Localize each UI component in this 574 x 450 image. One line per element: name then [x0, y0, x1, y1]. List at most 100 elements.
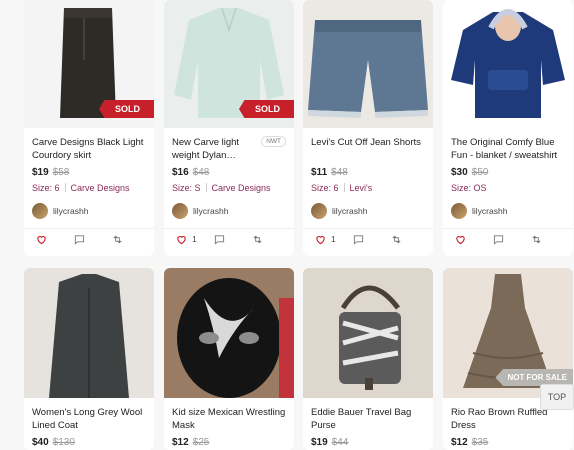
- listing-card[interactable]: Levi's Cut Off Jean Shorts $11 $48 Size: …: [303, 0, 433, 256]
- brand-link[interactable]: Carve Designs: [212, 183, 271, 193]
- seller[interactable]: lilycrashh: [32, 203, 146, 219]
- comment-icon: [74, 234, 85, 245]
- size-label: Size: OS: [451, 183, 487, 193]
- seller-name[interactable]: lilycrashh: [332, 206, 367, 216]
- share-icon: [392, 235, 401, 243]
- share-icon: [532, 235, 541, 243]
- listing-card[interactable]: NOT FOR SALE Rio Rao Brown Ruffled Dress…: [443, 268, 573, 450]
- listing-price: $19 $44: [311, 437, 425, 448]
- listing-price: $11 $48: [311, 167, 425, 178]
- share-icon: [113, 235, 122, 243]
- listing-meta: Size: 6 Carve Designs: [32, 183, 146, 193]
- listing-title[interactable]: The Original Comfy Blue Fun - blanket / …: [451, 136, 565, 162]
- listing-title[interactable]: Carve Designs Black Light Courdory skirt: [32, 136, 146, 162]
- price-original: $58: [52, 167, 70, 178]
- sold-badge: SOLD: [238, 100, 294, 118]
- seller[interactable]: lilycrashh: [172, 203, 286, 219]
- like-button[interactable]: 1: [176, 234, 206, 245]
- share-button[interactable]: [112, 234, 142, 245]
- heart-icon: [37, 235, 46, 244]
- listing-title[interactable]: Women's Long Grey Wool Lined Coat: [32, 406, 146, 432]
- listing-price: $12 $35: [451, 437, 565, 448]
- heart-icon: [456, 235, 465, 244]
- listing-price: $30 $50: [451, 167, 565, 178]
- listing-actions: 1: [172, 229, 286, 249]
- listing-price: $16 $48: [172, 167, 286, 178]
- price-current: $16: [172, 167, 189, 178]
- like-button[interactable]: [455, 234, 485, 245]
- listing-image-mask[interactable]: [164, 268, 294, 398]
- price-original: $35: [471, 437, 489, 448]
- listing-price: $19 $58: [32, 167, 146, 178]
- size-label: Size: 6: [32, 183, 60, 193]
- listing-image-coat[interactable]: [24, 268, 154, 398]
- listing-card[interactable]: Kid size Mexican Wrestling Mask $12 $25: [164, 268, 294, 450]
- listing-grid: SOLD Carve Designs Black Light Courdory …: [0, 0, 574, 450]
- like-count: 1: [192, 234, 197, 244]
- listing-image-blouse[interactable]: SOLD: [164, 0, 294, 128]
- seller-name[interactable]: lilycrashh: [472, 206, 507, 216]
- comment-button[interactable]: [353, 234, 383, 245]
- listing-image-skirt[interactable]: SOLD: [24, 0, 154, 128]
- listing-price: $12 $25: [172, 437, 286, 448]
- brand-link[interactable]: Levi's: [350, 183, 373, 193]
- price-current: $11: [311, 167, 328, 178]
- share-button[interactable]: [531, 234, 561, 245]
- listing-actions: 1: [311, 229, 425, 249]
- price-current: $12: [451, 437, 468, 448]
- listing-image-bag[interactable]: [303, 268, 433, 398]
- share-button[interactable]: [252, 234, 282, 245]
- price-original: $48: [192, 167, 210, 178]
- like-button[interactable]: 1: [315, 234, 345, 245]
- price-original: $25: [192, 437, 210, 448]
- seller[interactable]: lilycrashh: [311, 203, 425, 219]
- listing-actions: [32, 229, 146, 249]
- listing-card[interactable]: The Original Comfy Blue Fun - blanket / …: [443, 0, 573, 256]
- listing-card[interactable]: SOLD Carve Designs Black Light Courdory …: [24, 0, 154, 256]
- comment-button[interactable]: [493, 234, 523, 245]
- nwt-tag: NWT: [261, 136, 286, 147]
- listing-price: $40 $130: [32, 437, 146, 448]
- listing-image-blanket[interactable]: [443, 0, 573, 128]
- scroll-to-top-button[interactable]: TOP: [540, 384, 574, 410]
- listing-card[interactable]: Women's Long Grey Wool Lined Coat $40 $13…: [24, 268, 154, 450]
- listing-image-dress[interactable]: NOT FOR SALE: [443, 268, 573, 398]
- brand-link[interactable]: Carve Designs: [71, 183, 130, 193]
- like-button[interactable]: [36, 234, 66, 245]
- avatar[interactable]: [172, 203, 188, 219]
- listing-meta: Size: OS: [451, 183, 565, 193]
- price-original: $48: [331, 167, 348, 178]
- share-button[interactable]: [391, 234, 421, 245]
- listing-card[interactable]: Eddie Bauer Travel Bag Purse $19 $44: [303, 268, 433, 450]
- listing-actions: [451, 229, 565, 249]
- price-original: $130: [52, 437, 75, 448]
- seller-name[interactable]: lilycrashh: [53, 206, 88, 216]
- price-current: $12: [172, 437, 189, 448]
- price-current: $19: [32, 167, 49, 178]
- size-label: Size: S: [172, 183, 201, 193]
- listing-title[interactable]: Eddie Bauer Travel Bag Purse: [311, 406, 425, 432]
- listing-title[interactable]: Kid size Mexican Wrestling Mask: [172, 406, 286, 432]
- avatar[interactable]: [311, 203, 327, 219]
- like-count: 1: [331, 234, 336, 244]
- price-current: $30: [451, 167, 468, 178]
- listing-image-shorts[interactable]: [303, 0, 433, 128]
- avatar[interactable]: [32, 203, 48, 219]
- listing-card[interactable]: SOLD NWT New Carve light weight Dylan… $…: [164, 0, 294, 256]
- seller-name[interactable]: lilycrashh: [193, 206, 228, 216]
- heart-icon: [316, 235, 325, 244]
- listing-meta: Size: S Carve Designs: [172, 183, 286, 193]
- price-current: $19: [311, 437, 328, 448]
- comment-icon: [353, 234, 364, 245]
- seller[interactable]: lilycrashh: [451, 203, 565, 219]
- sold-badge: SOLD: [98, 100, 154, 118]
- price-current: $40: [32, 437, 49, 448]
- listing-title[interactable]: Levi's Cut Off Jean Shorts: [311, 136, 425, 162]
- heart-icon: [177, 235, 186, 244]
- comment-button[interactable]: [214, 234, 244, 245]
- avatar[interactable]: [451, 203, 467, 219]
- size-label: Size: 6: [311, 183, 339, 193]
- price-original: $44: [331, 437, 349, 448]
- price-original: $50: [471, 167, 489, 178]
- comment-button[interactable]: [74, 234, 104, 245]
